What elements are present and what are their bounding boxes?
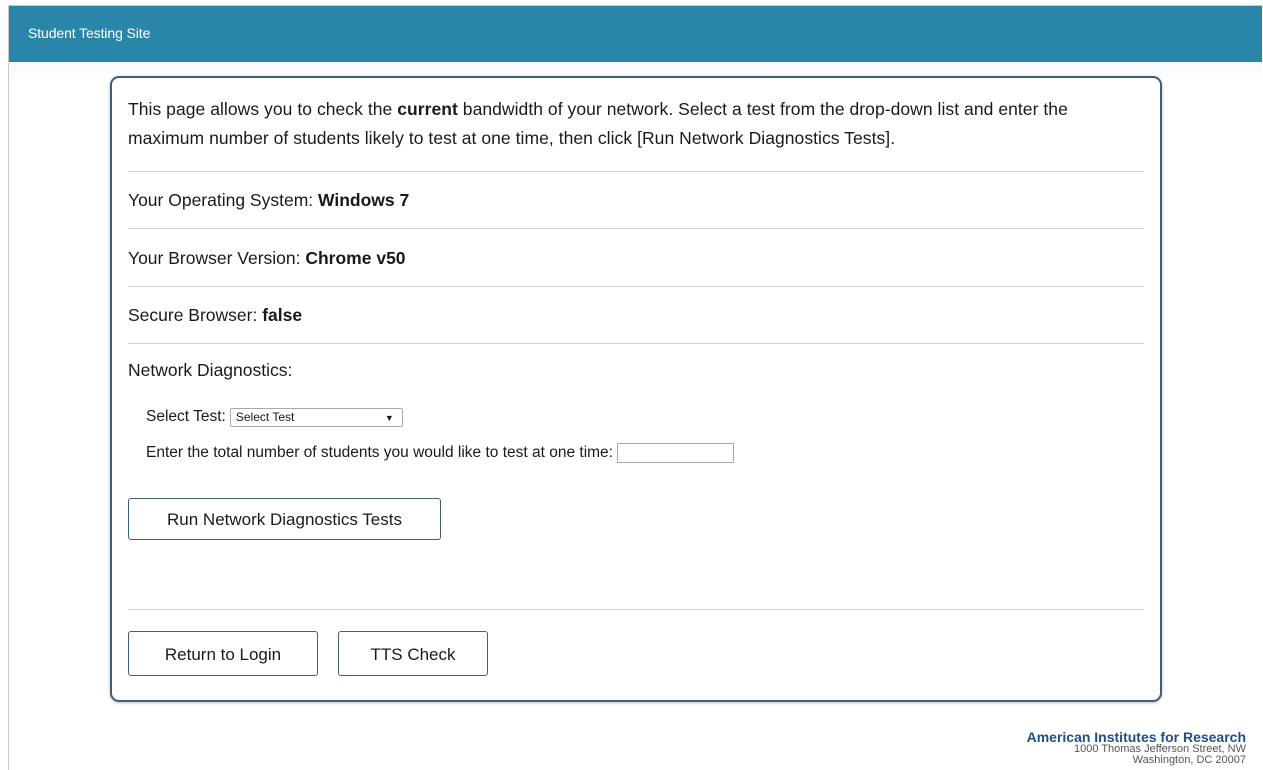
student-count-input[interactable] — [616, 443, 734, 463]
return-to-login-button[interactable]: Return to Login — [128, 631, 318, 676]
intro-text-start: This page allows you to check the — [128, 99, 398, 119]
student-count-label: Enter the total number of students you w… — [146, 444, 613, 461]
page-frame: Student Testing Site This page allows yo… — [8, 5, 1262, 770]
os-value: Windows 7 — [318, 190, 410, 210]
os-row: Your Operating System: Windows 7 — [128, 172, 1144, 228]
intro-text-bold: current — [397, 99, 458, 119]
secure-browser-value: false — [262, 305, 303, 325]
student-count-row: Enter the total number of students you w… — [146, 442, 1144, 464]
secure-browser-label: Secure Browser: — [128, 305, 263, 325]
run-network-diagnostics-button[interactable]: Run Network Diagnostics Tests — [128, 498, 441, 540]
select-test-dropdown[interactable]: Select Test ▼ — [229, 407, 403, 427]
browser-label: Your Browser Version: — [128, 248, 306, 268]
select-test-label: Select Test: — [146, 408, 226, 425]
header-bar: Student Testing Site — [9, 6, 1262, 62]
os-label: Your Operating System: — [128, 190, 319, 210]
footer: American Institutes for Research 1000 Th… — [1027, 730, 1246, 766]
divider — [128, 609, 1144, 610]
diagnostics-panel: This page allows you to check the curren… — [110, 76, 1162, 702]
org-name: American Institutes for Research — [1026, 729, 1246, 745]
site-title: Student Testing Site — [28, 25, 151, 41]
panel-content: This page allows you to check the curren… — [128, 78, 1144, 676]
secure-browser-row: Secure Browser: false — [128, 287, 1144, 343]
browser-value: Chrome v50 — [305, 248, 406, 268]
select-test-row: Select Test: Select Test ▼ — [146, 406, 1144, 428]
select-test-value: Select Test — [235, 409, 295, 424]
tts-check-button[interactable]: TTS Check — [338, 631, 488, 676]
divider — [128, 343, 1144, 344]
browser-row: Your Browser Version: Chrome v50 — [128, 229, 1144, 286]
intro-text: This page allows you to check the curren… — [128, 78, 1144, 171]
dropdown-arrow-icon: ▼ — [384, 412, 394, 423]
network-diagnostics-heading: Network Diagnostics: — [128, 360, 293, 380]
address-line-2: Washington, DC 20007 — [1132, 754, 1246, 766]
